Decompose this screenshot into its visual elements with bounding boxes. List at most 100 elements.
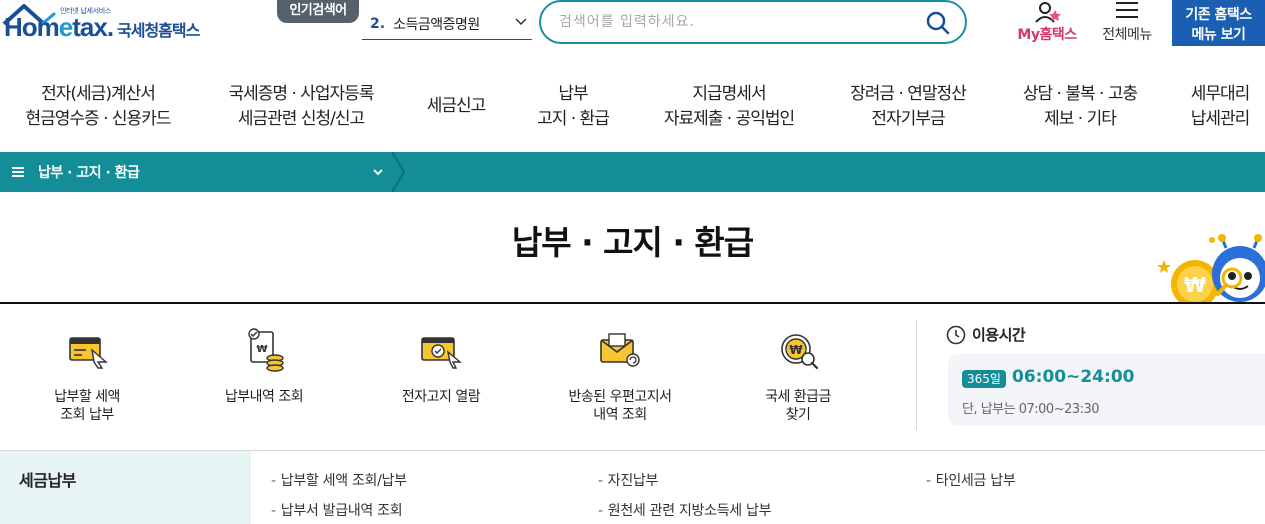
payment-hours-note: 단, 납부는 07:00~23:30: [962, 402, 1100, 417]
hamburger-icon: [12, 167, 24, 177]
nav-item-consultation[interactable]: 상담 · 불복 · 고충 제보 · 기타: [1010, 82, 1150, 132]
nav-item-tax-filing[interactable]: 세금신고: [418, 94, 494, 119]
quick-link-line2: 내역 조회: [593, 407, 647, 423]
legacy-menu-line1: 기존 홈택스: [1185, 6, 1252, 23]
quick-link-line2: 조회 납부: [60, 407, 114, 423]
mascot-illustration: ₩: [1157, 234, 1265, 304]
quick-link-line1: 반송된 우편고지서: [568, 389, 673, 405]
legacy-menu-button[interactable]: 기존 홈택스 메뉴 보기: [1172, 0, 1265, 46]
quick-links-divider: [916, 320, 917, 430]
header: 인터넷 납세서비스 Hometax. 국세청홈택스 인기검색어 2. 소득금액증…: [0, 0, 1265, 52]
invoice-pay-icon: [69, 337, 108, 369]
location-current: 납부 · 고지 · 환급: [38, 165, 140, 181]
bullet-dash: -: [271, 503, 276, 519]
nav-line1: 국세증명 · 사업자등록: [228, 84, 375, 104]
svg-text:₩: ₩: [256, 344, 267, 355]
link-pay-tax-lookup[interactable]: - 납부할 세액 조회/납부: [271, 470, 407, 490]
link-local-income-tax[interactable]: - 원천세 관련 지방소득세 납부: [598, 500, 771, 520]
link-label: 타인세금 납부: [935, 473, 1016, 489]
category-panel: 세금납부: [0, 451, 251, 524]
svg-text:₩: ₩: [1184, 273, 1206, 297]
hamburger-icon: [1116, 2, 1138, 18]
hours-heading: 이용시간: [946, 324, 1026, 345]
popular-search-select[interactable]: 2. 소득금액증명원: [362, 8, 532, 40]
all-menu-button[interactable]: 전체메뉴: [1092, 0, 1162, 46]
bullet-dash: -: [598, 503, 603, 519]
link-label: 원천세 관련 지방소득세 납부: [607, 503, 772, 519]
chevron-down-icon: [373, 169, 383, 176]
svg-text:₩: ₩: [789, 343, 803, 357]
logo-wordmark: Hometax.: [4, 12, 114, 42]
nav-item-statements[interactable]: 지급명세서 자료제출 · 공익법인: [652, 82, 806, 132]
service-hours: 06:00~24:00: [1012, 367, 1135, 387]
quick-link-returned-mail[interactable]: 반송된 우편고지서 내역 조회: [545, 328, 695, 424]
hometax-logo[interactable]: 인터넷 납세서비스 Hometax. 국세청홈택스: [2, 2, 217, 44]
location-menu-dropdown[interactable]: 납부 · 고지 · 환급: [0, 152, 398, 192]
bullet-dash: -: [598, 473, 603, 489]
quick-link-line1: 전자고지 열람: [401, 389, 481, 405]
nav-line2: 현금영수증 · 신용카드: [25, 109, 172, 129]
nav-line1: 세무대리: [1190, 84, 1251, 104]
bullet-dash: -: [271, 473, 276, 489]
nav-item-tax-agent[interactable]: 세무대리 납세관리: [1184, 82, 1256, 132]
location-bar: 납부 · 고지 · 환급: [0, 152, 1265, 192]
link-slip-history[interactable]: - 납부서 발급내역 조회: [271, 500, 403, 520]
e-notice-icon: [421, 337, 462, 369]
days-badge: 365일: [962, 370, 1006, 388]
nav-line1: 지급명세서: [692, 84, 766, 104]
nav-line2: 고지 · 환급: [537, 109, 610, 129]
clock-icon: [946, 325, 966, 344]
legacy-menu-line2: 메뉴 보기: [1191, 26, 1246, 43]
nav-item-incentives[interactable]: 장려금 · 연말정산 전자기부금: [840, 82, 976, 132]
page-title: 납부 · 고지 · 환급: [511, 223, 754, 262]
nav-line1: 납부: [558, 84, 588, 104]
user-icon: [1035, 2, 1061, 23]
link-label: 자진납부: [607, 473, 659, 489]
category-title: 세금납부: [19, 471, 76, 490]
quick-link-label: 납부할 세액 조회 납부: [12, 388, 162, 424]
breadcrumb-separator-icon: [391, 152, 406, 192]
quick-link-label: 반송된 우편고지서 내역 조회: [545, 388, 695, 424]
nav-line2: 자료제출 · 공익법인: [663, 109, 795, 129]
link-label: 납부할 세액 조회/납부: [280, 473, 407, 489]
chevron-down-icon: [515, 18, 527, 26]
quick-link-e-notice[interactable]: 전자고지 열람: [366, 328, 516, 406]
nav-item-certificates[interactable]: 국세증명 · 사업자등록 세금관련 신청/신고: [220, 82, 382, 132]
search-box: [539, 0, 967, 44]
nav-line1: 세금신고: [426, 96, 487, 116]
nav-line2: 제보 · 기타: [1044, 109, 1117, 129]
quick-link-pay-tax[interactable]: 납부할 세액 조회 납부: [12, 328, 162, 424]
popular-term: 소득금액증명원: [393, 16, 480, 33]
quick-link-label: 국세 환급금 찾기: [723, 388, 873, 424]
main-nav: 전자(세금)계산서 현금영수증 · 신용카드 국세증명 · 사업자등록 세금관련…: [0, 52, 1265, 152]
search-icon[interactable]: [925, 10, 951, 36]
quick-link-line1: 납부내역 조회: [224, 389, 304, 405]
nav-line2: 납세관리: [1190, 109, 1251, 129]
payment-history-icon: ₩: [248, 328, 284, 372]
quick-link-refund-search[interactable]: ₩ 국세 환급금 찾기: [723, 328, 873, 424]
quick-link-payment-history[interactable]: ₩ 납부내역 조회: [189, 328, 339, 406]
nav-item-payment[interactable]: 납부 고지 · 환급: [528, 82, 618, 132]
nav-line1: 장려금 · 연말정산: [850, 84, 967, 104]
refund-search-icon: ₩: [781, 334, 819, 370]
hours-title: 이용시간: [972, 326, 1026, 344]
my-hometax-label: My홈택스: [1017, 27, 1077, 43]
search-input[interactable]: [559, 11, 919, 33]
link-label: 납부서 발급내역 조회: [280, 503, 403, 519]
quick-link-line1: 국세 환급금: [765, 389, 831, 405]
nav-item-e-invoice[interactable]: 전자(세금)계산서 현금영수증 · 신용카드: [18, 82, 178, 132]
logo-korean-name: 국세청홈택스: [117, 21, 200, 40]
nav-line1: 전자(세금)계산서: [41, 84, 156, 104]
link-self-payment[interactable]: - 자진납부: [598, 470, 658, 490]
popular-search-badge: 인기검색어: [277, 0, 359, 23]
nav-line2: 세금관련 신청/신고: [237, 109, 365, 129]
link-others-tax[interactable]: - 타인세금 납부: [926, 470, 1016, 490]
bullet-dash: -: [926, 473, 931, 489]
nav-line1: 상담 · 불복 · 고충: [1022, 84, 1138, 104]
my-hometax-button[interactable]: My홈택스: [1012, 0, 1082, 46]
popular-rank: 2.: [370, 15, 386, 32]
quick-link-label: 납부내역 조회: [189, 388, 339, 406]
hours-box: 365일 06:00~24:00 단, 납부는 07:00~23:30: [948, 354, 1265, 426]
title-divider: [0, 302, 1265, 304]
nav-line2: 전자기부금: [871, 109, 945, 129]
